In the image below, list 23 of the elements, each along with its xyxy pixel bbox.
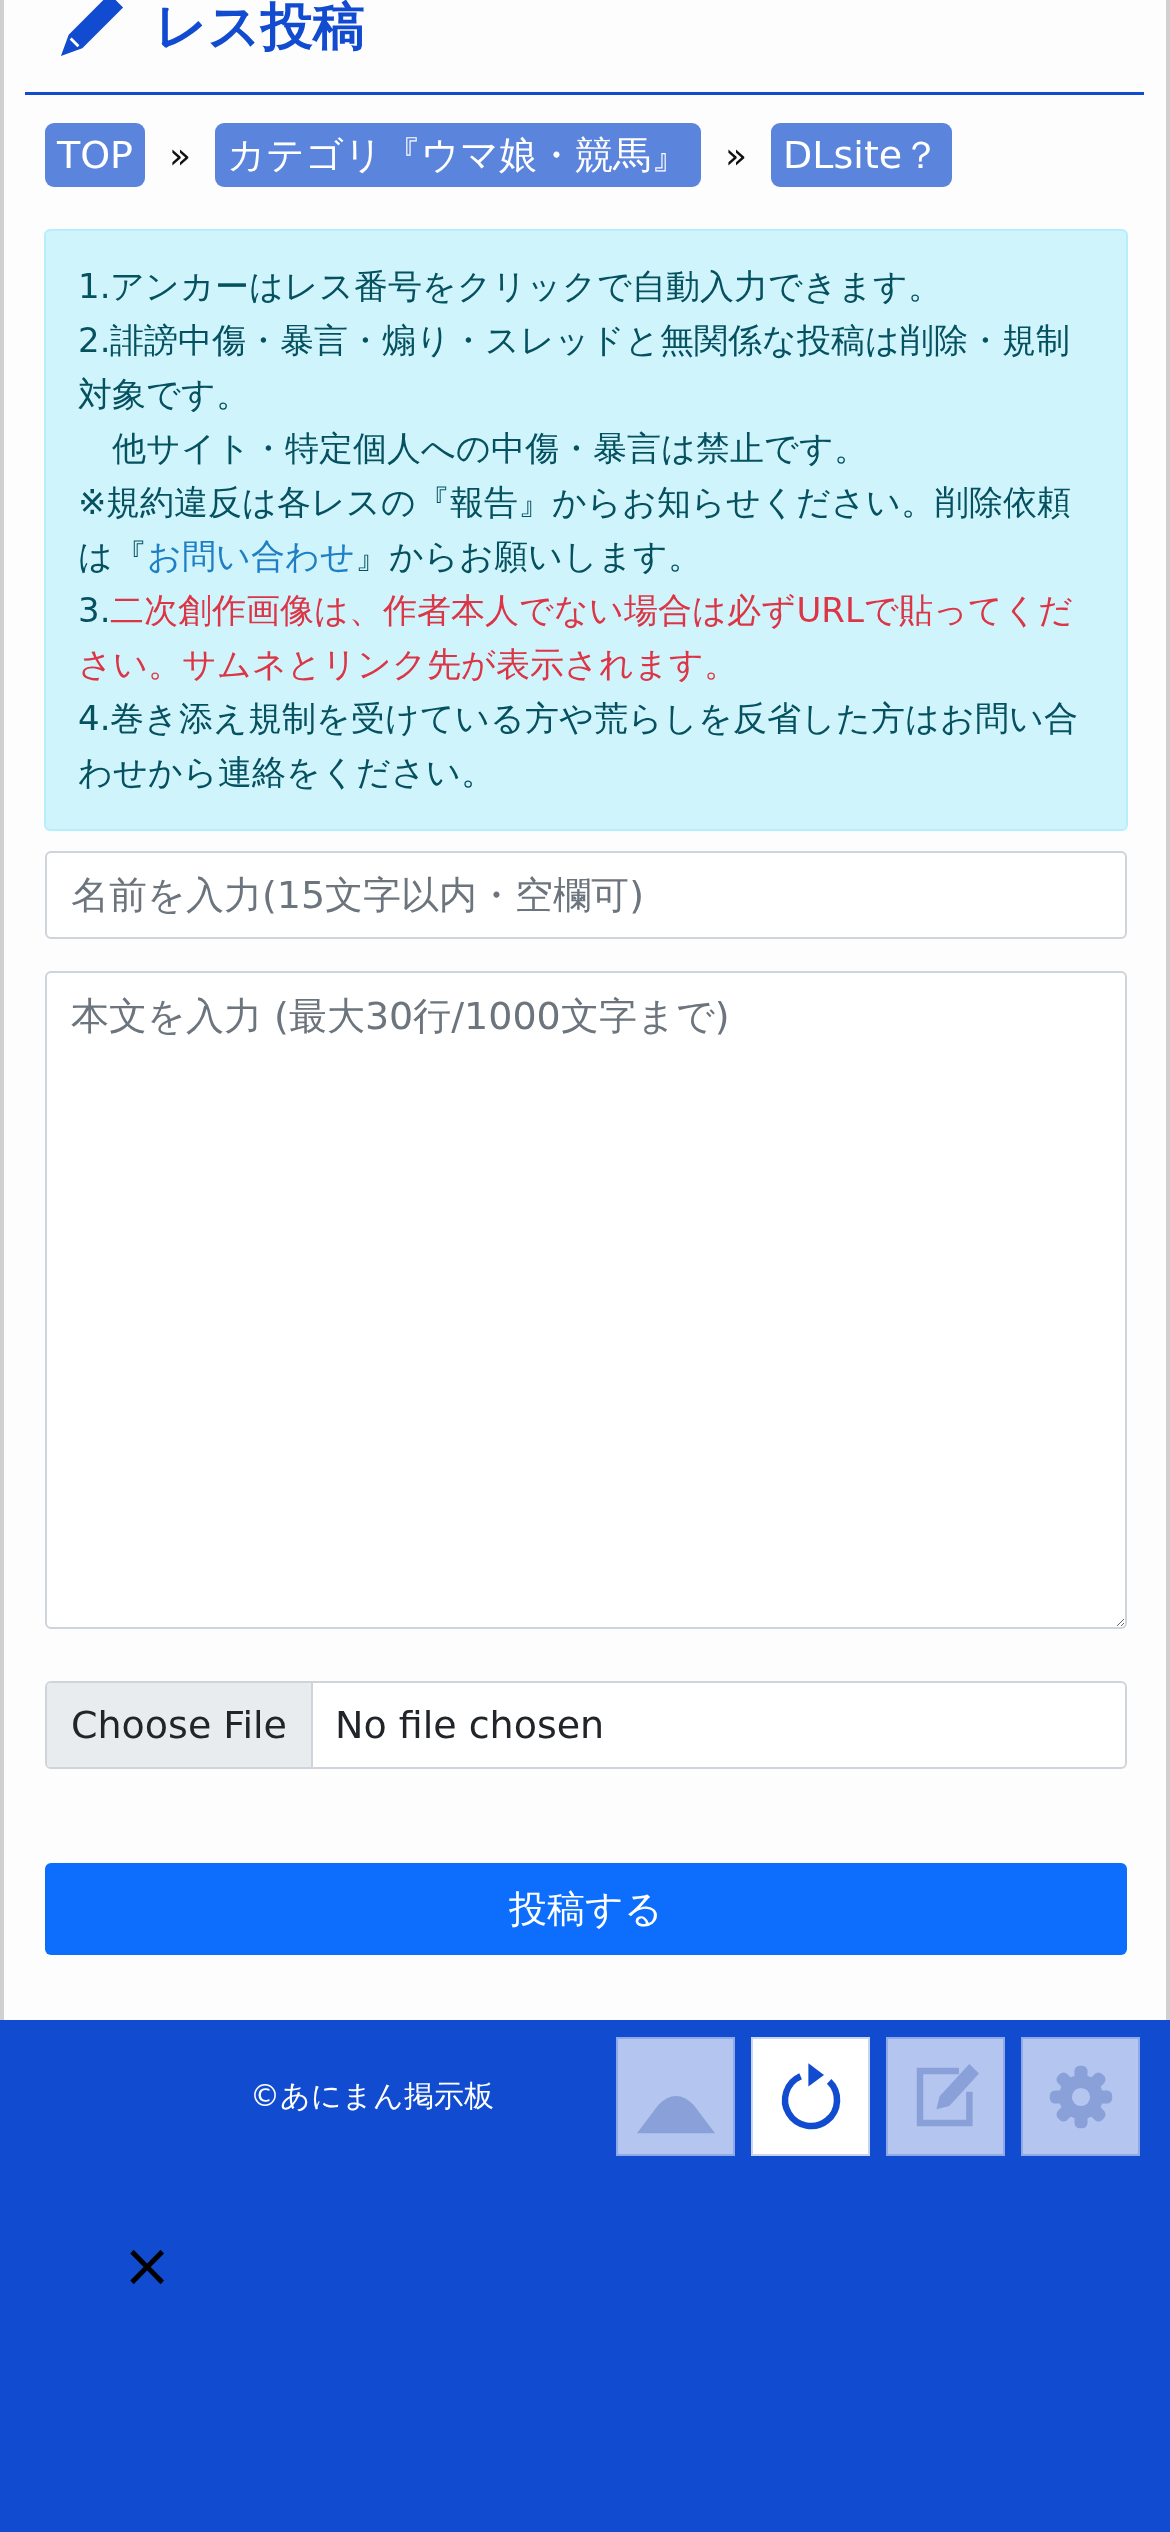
breadcrumb-separator: »	[725, 134, 748, 176]
reload-button[interactable]	[751, 2037, 870, 2156]
notice-text: 4.巻き添え規制を受けている方や荒らしを反省した方はお問い合わせから連絡をください。	[78, 697, 1080, 794]
notice-text: 2.誹謗中傷・暴言・煽り・スレッドと無関係な投稿は削除・規制対象です。	[78, 319, 1072, 416]
close-icon[interactable]: ×	[122, 2235, 173, 2295]
scroll-up-button[interactable]	[616, 2037, 735, 2156]
settings-button[interactable]	[1021, 2037, 1140, 2156]
notice-text: 他サイト・特定個人への中傷・暴言は禁止です。	[111, 427, 869, 470]
name-field[interactable]: 名前を入力(15文字以内・空欄可)	[45, 851, 1127, 939]
breadcrumb-link[interactable]: TOP	[45, 123, 146, 187]
body-field[interactable]: 本文を入力 (最大30行/1000文字まで)	[45, 971, 1127, 1629]
notice-text: 1.アンカーはレス番号をクリックで自動入力できます。	[78, 265, 944, 308]
file-field[interactable]: Choose File No file chosen	[45, 1681, 1127, 1769]
breadcrumb-separator: »	[169, 134, 192, 176]
notice-text: ※規約違反は各レスの『報告』からお知らせください。削除依頼は『お問い合わせ』からお願いします。	[78, 481, 1073, 578]
notice-text: 3.二次創作画像は、作者本人でない場合は必ずURLで貼ってください。サムネとリンク先が表示されます。	[78, 589, 1074, 686]
breadcrumb-link[interactable]: カテゴリ『ウマ娘・競馬』	[215, 123, 702, 187]
edit-button[interactable]	[886, 2037, 1005, 2156]
breadcrumb-link[interactable]: DLsite？	[771, 123, 953, 187]
submit-button[interactable]: 投稿する	[45, 1863, 1127, 1955]
contact-link[interactable]: お問い合わせ	[147, 536, 355, 576]
copyright-text: ©あにまん掲示板	[250, 2077, 494, 2115]
section-title: レス投稿	[155, 0, 365, 56]
